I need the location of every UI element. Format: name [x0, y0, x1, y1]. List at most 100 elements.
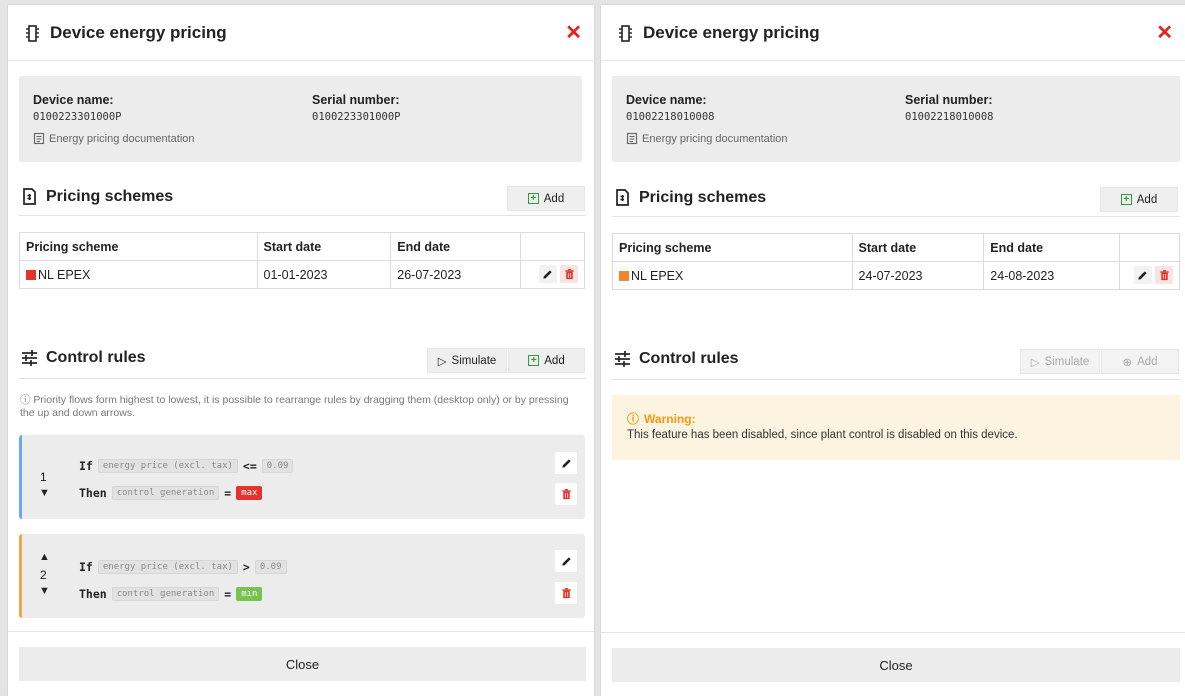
- rule-condition: If energy price (excl. tax) <= 0.09: [79, 459, 294, 473]
- simulate-button[interactable]: ▷ Simulate: [1020, 349, 1100, 374]
- edit-pencil-icon[interactable]: [555, 550, 577, 572]
- control-rules-title: Control rules: [639, 350, 739, 367]
- edit-pencil-icon[interactable]: [1133, 266, 1152, 285]
- close-button[interactable]: Close: [19, 647, 586, 681]
- pricing-schemes-heading: Pricing schemes: [20, 187, 173, 207]
- column-header: Start date: [256, 232, 392, 261]
- divider: [612, 379, 1180, 380]
- pricing-schemes-table: Pricing scheme Start date End date NL EP…: [19, 232, 585, 289]
- control-rules-title: Control rules: [46, 349, 146, 366]
- action-variable: control generation: [111, 486, 220, 500]
- documentation-link[interactable]: Energy pricing documentation: [33, 132, 195, 145]
- serial-number-label: Serial number:: [312, 93, 400, 107]
- scheme-color-swatch: [26, 269, 36, 280]
- energy-pricing-panel-right: Device energy pricing ✕ Device name: 010…: [601, 5, 1185, 696]
- device-icon: [616, 22, 638, 44]
- device-icon: [23, 22, 45, 44]
- document-icon: [626, 132, 638, 145]
- move-down-arrow-icon[interactable]: ▼: [39, 586, 50, 597]
- play-icon: ▷: [1030, 356, 1040, 369]
- actions-cell: [1119, 261, 1180, 290]
- action-variable: control generation: [111, 587, 220, 601]
- delete-trash-icon[interactable]: [560, 265, 578, 284]
- column-header: End date: [983, 233, 1121, 262]
- divider: [19, 378, 586, 379]
- column-header: Pricing scheme: [19, 232, 258, 261]
- delete-trash-icon[interactable]: [555, 483, 577, 505]
- action-value-badge: max: [236, 486, 263, 500]
- documentation-link[interactable]: Energy pricing documentation: [626, 132, 788, 145]
- pricing-schemes-title: Pricing schemes: [639, 189, 767, 206]
- warning-icon: ⓘ: [627, 412, 640, 426]
- add-button-label: Add: [543, 192, 565, 205]
- control-rule-card[interactable]: 1 ▼ If energy price (excl. tax) <= 0.09 …: [19, 435, 585, 519]
- rule-action: Then control generation = min: [79, 587, 263, 601]
- divider: [8, 631, 594, 632]
- plus-circle-icon: ⊕: [1122, 356, 1133, 369]
- close-button[interactable]: Close: [612, 648, 1180, 682]
- plus-square-icon: +: [527, 193, 539, 204]
- add-button-label: Add: [1137, 355, 1158, 368]
- condition-operator: >: [242, 560, 250, 574]
- delete-trash-icon[interactable]: [1155, 266, 1173, 285]
- device-info-box: Device name: 0100223301000P Serial numbe…: [19, 76, 582, 162]
- warning-alert: ⓘ Warning: This feature has been disable…: [612, 395, 1180, 460]
- move-up-arrow-icon[interactable]: ▲: [39, 552, 50, 563]
- edit-pencil-icon[interactable]: [555, 452, 577, 474]
- device-name-value: 0100223301000P: [33, 111, 122, 123]
- device-name-value: 01002218010008: [626, 111, 715, 123]
- panel-header: Device energy pricing ✕: [8, 5, 594, 61]
- then-keyword: Then: [79, 587, 107, 601]
- control-rules-heading: Control rules: [613, 349, 739, 369]
- action-value-badge: min: [236, 587, 263, 601]
- table-header-row: Pricing scheme Start date End date: [19, 232, 585, 261]
- close-icon[interactable]: ✕: [565, 23, 582, 43]
- add-pricing-scheme-button[interactable]: + Add: [1100, 187, 1178, 212]
- add-control-rule-button[interactable]: ⊕ Add: [1101, 349, 1179, 374]
- add-pricing-scheme-button[interactable]: + Add: [507, 186, 585, 211]
- actions-cell: [520, 260, 585, 289]
- close-icon[interactable]: ✕: [1156, 23, 1173, 43]
- column-header-actions: [520, 232, 585, 261]
- condition-operator: <=: [242, 459, 257, 473]
- delete-trash-icon[interactable]: [555, 582, 577, 604]
- action-operator: =: [224, 587, 232, 601]
- divider: [612, 216, 1180, 217]
- control-rule-card[interactable]: ▲ 2 ▼ If energy price (excl. tax) > 0.09…: [19, 534, 585, 618]
- end-date-cell: 24-08-2023: [983, 261, 1121, 290]
- simulate-button-label: Simulate: [1044, 355, 1090, 368]
- simulate-button-label: Simulate: [451, 354, 497, 367]
- simulate-button[interactable]: ▷ Simulate: [427, 348, 507, 373]
- panel-title: Device energy pricing: [50, 22, 227, 42]
- sliders-icon: [21, 349, 38, 367]
- condition-variable: energy price (excl. tax): [97, 459, 238, 473]
- scheme-cell: NL EPEX: [612, 261, 853, 290]
- edit-pencil-icon[interactable]: [538, 265, 557, 284]
- warning-title: Warning:: [644, 411, 696, 426]
- scheme-name: NL EPEX: [38, 267, 91, 282]
- play-icon: ▷: [437, 355, 447, 368]
- rule-index: 1: [40, 470, 47, 484]
- divider: [19, 215, 586, 216]
- add-control-rule-button[interactable]: + Add: [508, 348, 585, 373]
- action-operator: =: [224, 486, 232, 500]
- if-keyword: If: [79, 459, 93, 473]
- condition-variable: energy price (excl. tax): [97, 560, 238, 574]
- rule-action: Then control generation = max: [79, 486, 263, 500]
- add-button-label: Add: [544, 354, 565, 367]
- pricing-schemes-title: Pricing schemes: [46, 188, 174, 205]
- start-date-cell: 01-01-2023: [256, 260, 392, 289]
- rule-priority-bar: [19, 435, 22, 519]
- add-button-label: Add: [1136, 193, 1158, 206]
- pricing-schemes-table: Pricing scheme Start date End date NL EP…: [612, 233, 1180, 290]
- move-down-arrow-icon[interactable]: ▼: [39, 488, 50, 499]
- serial-number-value: 0100223301000P: [312, 111, 401, 123]
- start-date-cell: 24-07-2023: [851, 261, 985, 290]
- condition-value: 0.09: [254, 560, 287, 574]
- plus-square-icon: +: [1120, 194, 1132, 205]
- device-name-label: Device name:: [33, 93, 114, 107]
- control-rules-heading: Control rules: [20, 348, 146, 368]
- pricing-schemes-heading: Pricing schemes: [613, 188, 766, 208]
- serial-number-label: Serial number:: [905, 93, 993, 107]
- table-header-row: Pricing scheme Start date End date: [612, 233, 1180, 262]
